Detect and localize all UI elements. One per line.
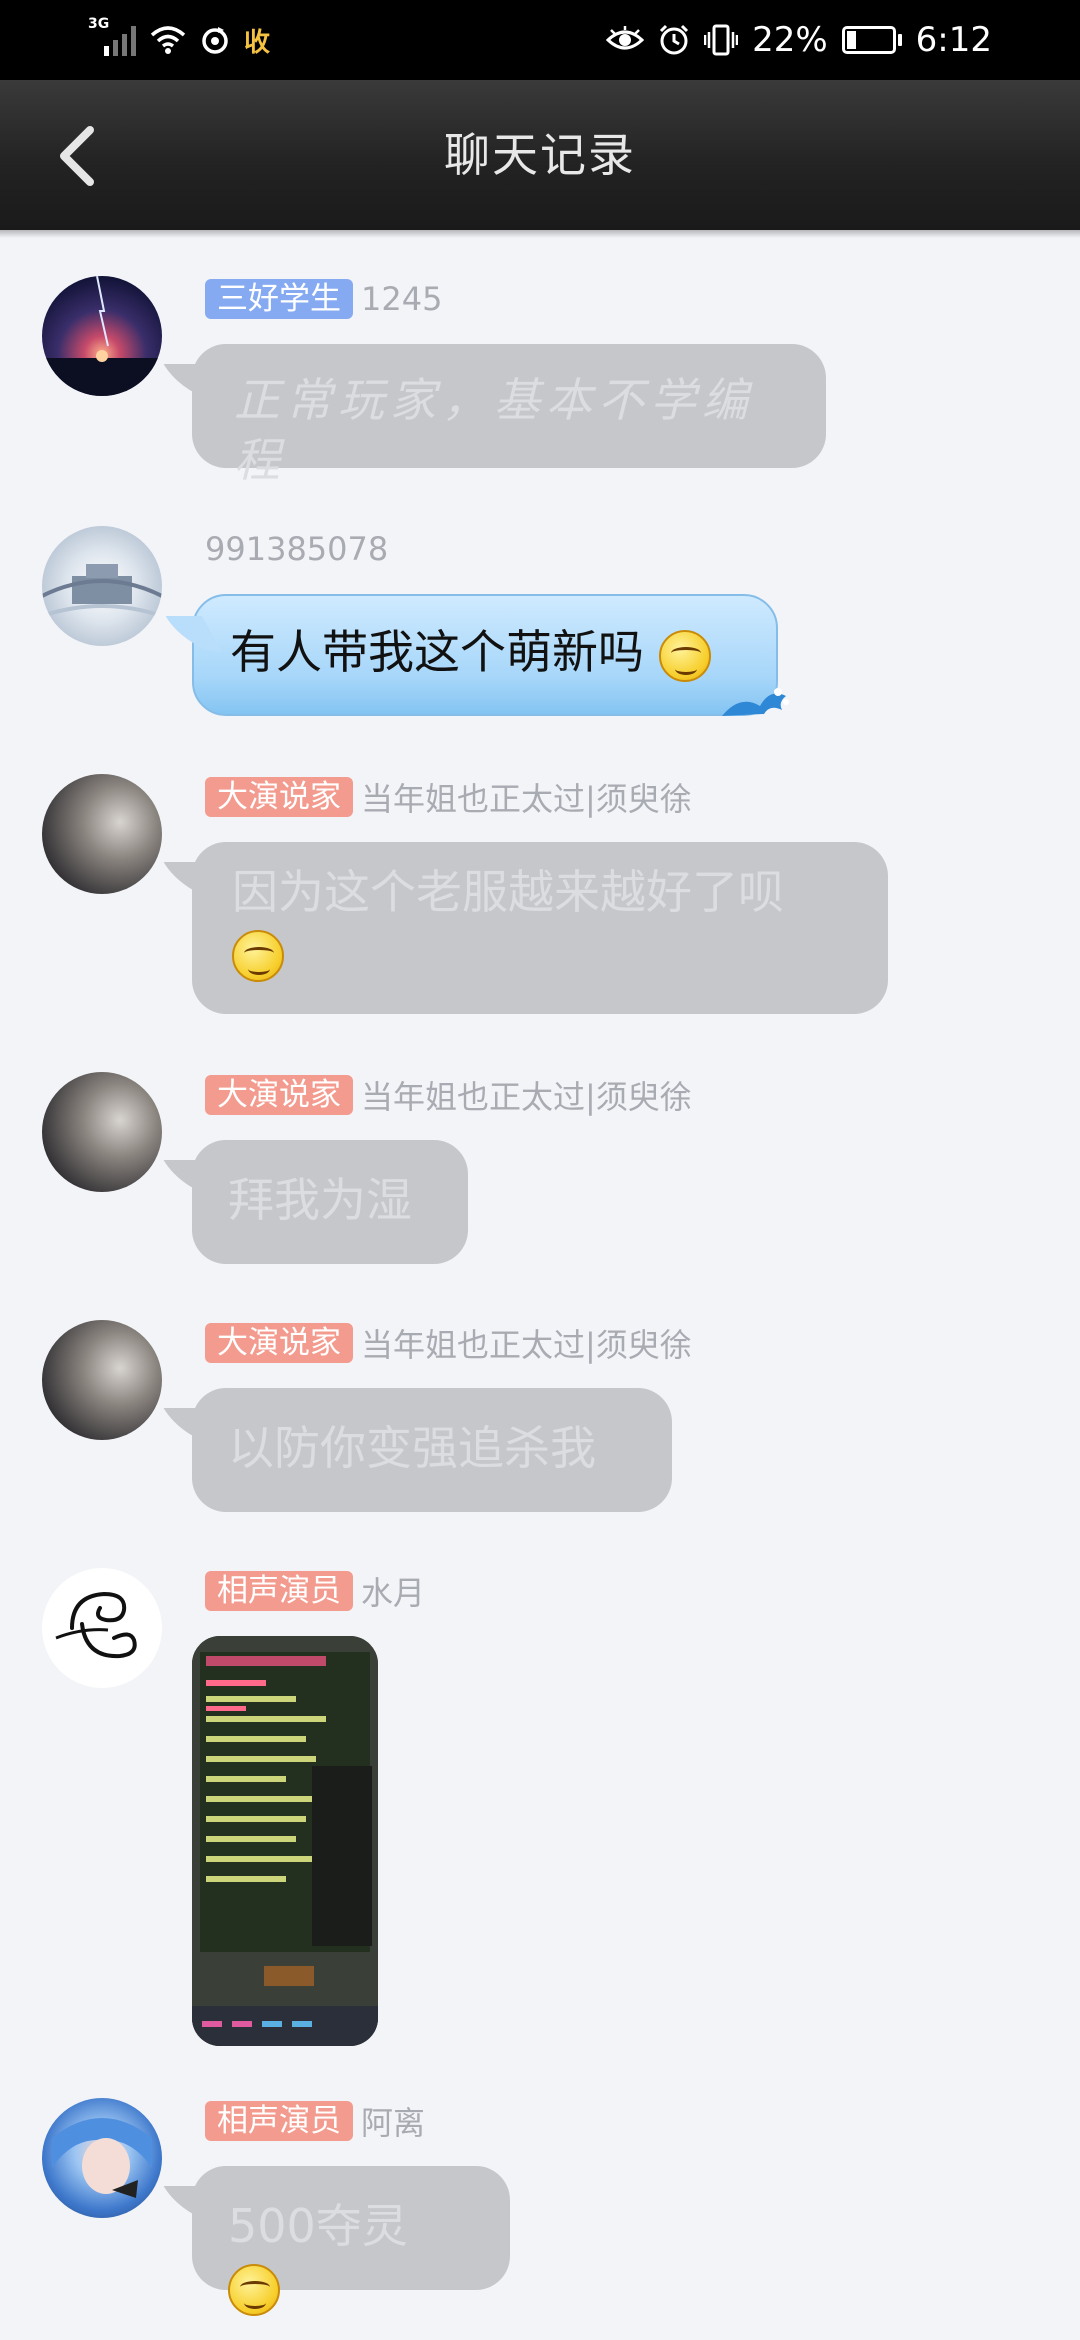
chat-message: 相声演员 水月: [0, 1568, 1080, 2048]
snow-temple-avatar-image: [42, 564, 162, 618]
battery-icon: [841, 26, 902, 54]
title-badge: 相声演员: [205, 2101, 353, 2141]
message-text: 以防你变强追杀我: [228, 1421, 596, 1475]
battery-percent: 22%: [752, 20, 828, 60]
nickname[interactable]: 991385078: [205, 530, 388, 568]
back-arrow-icon[interactable]: [50, 124, 110, 188]
message-bubble[interactable]: 500夺灵: [192, 2166, 510, 2316]
message-text: 有人带我这个萌新吗: [230, 625, 644, 679]
receive-indicator: 收: [244, 27, 271, 58]
message-bubble[interactable]: 有人带我这个萌新吗: [192, 594, 789, 716]
chat-message: 991385078 有人带我这个萌新吗: [0, 526, 1080, 726]
avatar[interactable]: [42, 2098, 162, 2218]
wave-decoration-icon: [722, 688, 789, 716]
wifi-icon: [150, 26, 186, 54]
smirk-emoji-icon: [232, 929, 284, 982]
night-sky-avatar-image: [42, 276, 162, 396]
chat-message: 大演说家 当年姐也正太过|须臾徐 因为这个老服越来越好了呗: [0, 774, 1080, 1024]
smirk-emoji-icon: [228, 2263, 280, 2316]
network-type: 3G: [88, 16, 110, 32]
sync-icon: [202, 27, 228, 54]
eye-icon: [606, 26, 645, 50]
nickname[interactable]: 当年姐也正太过|须臾徐: [361, 774, 692, 820]
nickname[interactable]: 阿离: [361, 2098, 425, 2144]
calligraphy-avatar-image: [55, 1591, 137, 1659]
nav-header: 聊天记录: [0, 80, 1080, 238]
clock: 6:12: [915, 20, 992, 60]
chat-message: 三好学生 1245 正常玩家，基本不学编程: [0, 276, 1080, 487]
nickname[interactable]: 当年姐也正太过|须臾徐: [361, 1320, 692, 1366]
game-screen-photo: [192, 1636, 378, 2046]
message-bubble[interactable]: 因为这个老服越来越好了呗: [192, 842, 888, 1014]
chat-message: 相声演员 阿离 500夺灵: [0, 2098, 1080, 2316]
avatar[interactable]: [42, 526, 162, 646]
message-text: 500夺灵: [228, 2199, 408, 2253]
message-bubble[interactable]: 拜我为湿: [192, 1140, 468, 1264]
message-text: 正常玩家，基本不学编程: [234, 373, 754, 487]
chat-message: 大演说家 当年姐也正太过|须臾徐 拜我为湿: [0, 1072, 1080, 1272]
nickname[interactable]: 水月: [361, 1568, 425, 1614]
signal-icon: 3G: [88, 16, 136, 56]
message-text: 因为这个老服越来越好了呗: [232, 865, 784, 919]
blue-hair-avatar-image: [52, 2118, 152, 2198]
nickname[interactable]: 1245: [361, 280, 442, 318]
alarm-icon: [660, 24, 689, 55]
chat-message: 大演说家 当年姐也正太过|须臾徐 以防你变强追杀我: [0, 1320, 1080, 1520]
title-badge: 大演说家: [205, 1323, 353, 1363]
title-badge: 相声演员: [205, 1571, 353, 1611]
vibrate-icon: [704, 24, 739, 56]
avatar[interactable]: [42, 774, 162, 894]
avatar[interactable]: [42, 1320, 162, 1440]
message-bubble[interactable]: 以防你变强追杀我: [192, 1388, 672, 1512]
status-bar: 3G 收 22% 6:12: [0, 0, 1080, 80]
shared-screenshot-image[interactable]: [192, 1636, 378, 2046]
title-badge: 大演说家: [205, 1075, 353, 1115]
message-text: 拜我为湿: [228, 1173, 412, 1227]
avatar[interactable]: [42, 276, 162, 396]
title-badge: 大演说家: [205, 777, 353, 817]
avatar[interactable]: [42, 1072, 162, 1192]
page-title: 聊天记录: [444, 128, 636, 182]
title-badge: 三好学生: [205, 279, 353, 319]
smirk-emoji-icon: [658, 629, 711, 682]
avatar[interactable]: [42, 1568, 162, 1688]
nickname[interactable]: 当年姐也正太过|须臾徐: [361, 1072, 692, 1118]
message-bubble[interactable]: 正常玩家，基本不学编程: [192, 344, 826, 487]
